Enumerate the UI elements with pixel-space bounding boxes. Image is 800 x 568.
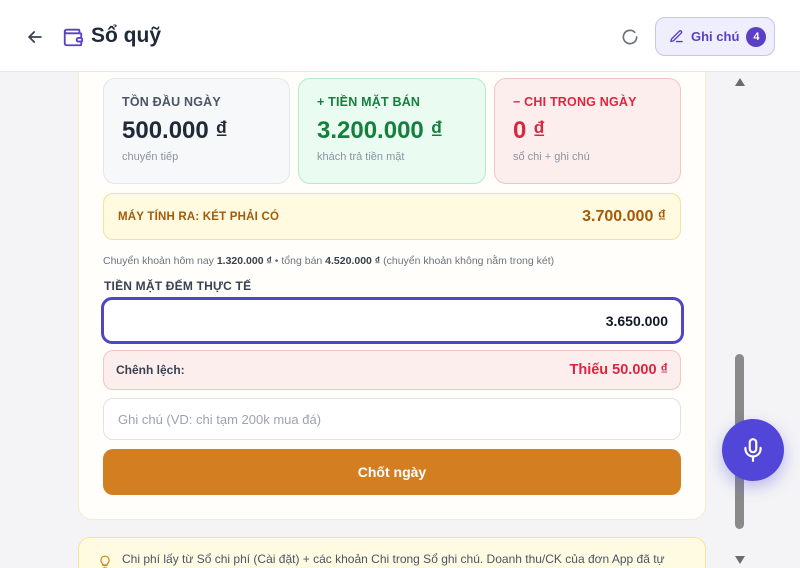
triangle-down-icon: [735, 556, 745, 564]
back-button[interactable]: [22, 24, 48, 50]
stat-label: − CHI TRONG NGÀY: [513, 95, 637, 109]
expected-cash-value: 3.700.000 ₫: [582, 207, 666, 225]
notes-button-label: Ghi chú: [691, 29, 740, 44]
stat-label: + TIỀN MẶT BÁN: [317, 95, 421, 109]
stat-subtitle: khách trả tiền mặt: [317, 151, 405, 163]
notes-button[interactable]: Ghi chú 4: [655, 17, 775, 56]
stat-value: 3.200.000 ₫: [317, 117, 443, 144]
arrow-left-icon: [28, 31, 42, 43]
difference-box: Chênh lệch: Thiếu 50.000 ₫: [103, 350, 681, 390]
scroll-down-button[interactable]: [733, 554, 747, 566]
stat-daily-expenses: − CHI TRONG NGÀY 0 ₫ sổ chi + ghi chú: [494, 78, 681, 184]
stat-label: TỒN ĐẦU NGÀY: [122, 95, 221, 109]
expected-cash-box: MÁY TÍNH RA: KÉT PHẢI CÓ 3.700.000 ₫: [103, 193, 681, 240]
stat-subtitle: sổ chi + ghi chú: [513, 151, 590, 163]
stat-value: 500.000 ₫: [122, 117, 228, 144]
triangle-up-icon: [735, 78, 745, 86]
notes-count-badge: 4: [746, 26, 767, 47]
difference-value: Thiếu 50.000 ₫: [569, 362, 668, 378]
wallet-icon: [63, 28, 84, 47]
transfer-note: Chuyển khoản hôm nay 1.320.000 ₫ • tổng …: [103, 255, 554, 267]
top-header: Sổ quỹ Ghi chú 4: [0, 0, 800, 72]
voice-input-button[interactable]: [722, 419, 784, 481]
pencil-icon: [670, 30, 683, 43]
note-input[interactable]: [103, 398, 681, 440]
transfer-amount: 1.320.000 ₫: [216, 255, 272, 267]
transfer-note-suffix: (chuyển khoản không nằm trong két): [380, 255, 555, 267]
stat-opening-balance: TỒN ĐẦU NGÀY 500.000 ₫ chuyển tiếp: [103, 78, 290, 184]
expected-cash-label: MÁY TÍNH RA: KÉT PHẢI CÓ: [118, 210, 280, 223]
page-title: Sổ quỹ: [91, 24, 162, 47]
stat-subtitle: chuyển tiếp: [122, 151, 179, 163]
close-day-button[interactable]: Chốt ngày: [103, 449, 681, 495]
total-sales-amount: 4.520.000 ₫: [325, 255, 381, 267]
transfer-note-middle: • tổng bán: [271, 255, 326, 267]
refresh-icon: [622, 29, 638, 45]
refresh-button[interactable]: [618, 25, 642, 49]
difference-label: Chênh lệch:: [116, 363, 185, 377]
counted-cash-label: TIỀN MẶT ĐẾM THỰC TẾ: [104, 279, 252, 293]
transfer-note-prefix: Chuyển khoản hôm nay: [103, 255, 217, 267]
stat-value: 0 ₫: [513, 117, 546, 144]
scroll-up-button[interactable]: [733, 76, 747, 88]
lightbulb-icon: [100, 555, 110, 568]
info-text: Chi phí lấy từ Sổ chi phí (Cài đặt) + cá…: [122, 552, 665, 566]
stat-cash-sales: + TIỀN MẶT BÁN 3.200.000 ₫ khách trả tiề…: [298, 78, 486, 184]
counted-cash-input[interactable]: [101, 297, 684, 344]
microphone-icon: [744, 438, 762, 462]
